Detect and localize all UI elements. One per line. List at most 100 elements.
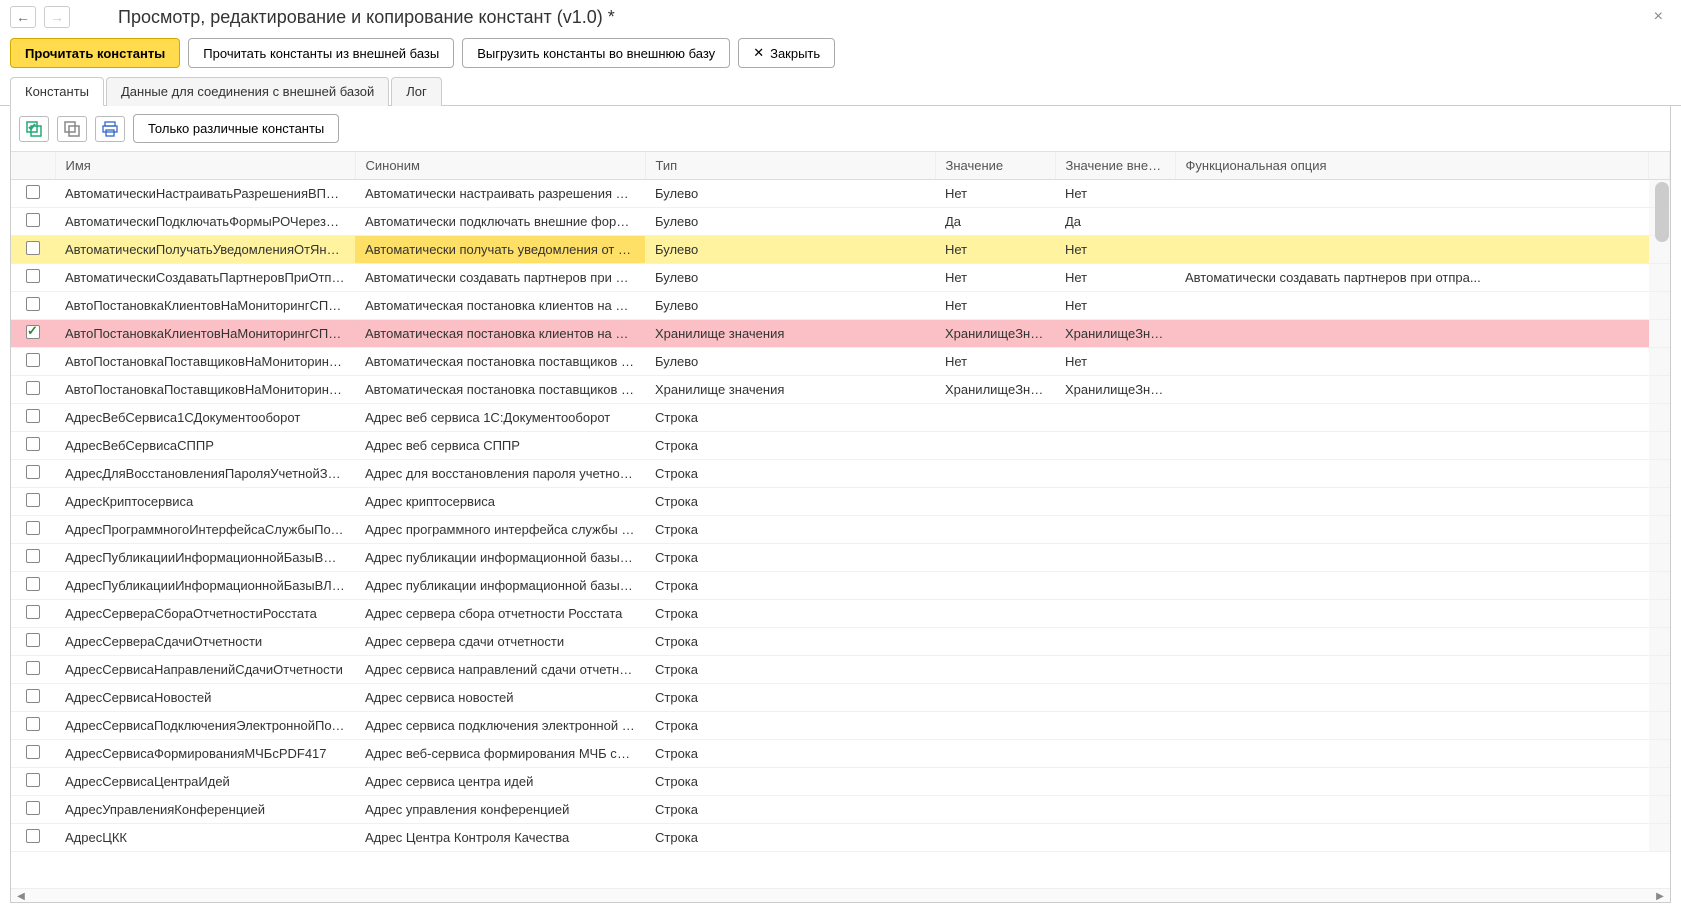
read-constants-button[interactable]: Прочитать константы xyxy=(10,38,180,68)
row-checkbox[interactable] xyxy=(26,437,40,451)
cell-name: АдресКриптосервиса xyxy=(55,488,355,516)
cell-value: Нет xyxy=(935,348,1055,376)
row-checkbox[interactable] xyxy=(26,465,40,479)
row-checkbox[interactable] xyxy=(26,801,40,815)
uncheck-all-icon[interactable] xyxy=(57,116,87,142)
table-row[interactable]: АдресКриптосервисаАдрес криптосервисаСтр… xyxy=(11,488,1670,516)
cell-synonym: Адрес Центра Контроля Качества xyxy=(355,824,645,852)
cell-synonym: Автоматическая постановка поставщиков на… xyxy=(355,348,645,376)
table-row[interactable]: АдресВебСервисаСППРАдрес веб сервиса СПП… xyxy=(11,432,1670,460)
table-row[interactable]: АдресСервисаНаправленийСдачиОтчетностиАд… xyxy=(11,656,1670,684)
table-row[interactable]: АдресДляВосстановленияПароляУчетнойЗапис… xyxy=(11,460,1670,488)
table-scroll-area[interactable]: Имя Синоним Тип Значение Значение внеш..… xyxy=(11,151,1670,888)
row-checkbox[interactable] xyxy=(26,773,40,787)
nav-forward-button[interactable]: → xyxy=(44,6,70,28)
table-row[interactable]: АвтоПостановкаКлиентовНаМониторингСПАРКА… xyxy=(11,292,1670,320)
tab-constants[interactable]: Константы xyxy=(10,77,104,106)
cell-type: Строка xyxy=(645,544,935,572)
row-checkbox[interactable] xyxy=(26,661,40,675)
row-checkbox[interactable] xyxy=(26,381,40,395)
table-row[interactable]: АдресЦККАдрес Центра Контроля КачестваСт… xyxy=(11,824,1670,852)
cell-value xyxy=(935,712,1055,740)
horizontal-scrollbar[interactable]: ◀ ▶ xyxy=(11,888,1670,902)
tab-log[interactable]: Лог xyxy=(391,77,442,106)
print-icon[interactable] xyxy=(95,116,125,142)
cell-ext-value: ХранилищеЗна... xyxy=(1055,320,1175,348)
row-checkbox[interactable] xyxy=(26,605,40,619)
col-header-synonym[interactable]: Синоним xyxy=(355,152,645,180)
cell-value: Нет xyxy=(935,292,1055,320)
cell-value xyxy=(935,544,1055,572)
cell-synonym: Адрес сервиса подключения электронной по… xyxy=(355,712,645,740)
cell-name: АвтоПостановкаКлиентовНаМониторингСПАРК xyxy=(55,292,355,320)
cell-synonym: Автоматическая постановка клиентов на мо… xyxy=(355,292,645,320)
row-checkbox[interactable] xyxy=(26,717,40,731)
table-row[interactable]: АдресВебСервиса1СДокументооборотАдрес ве… xyxy=(11,404,1670,432)
table-row[interactable]: АдресУправленияКонференциейАдрес управле… xyxy=(11,796,1670,824)
only-different-button[interactable]: Только различные константы xyxy=(133,114,339,143)
cell-ext-value xyxy=(1055,432,1175,460)
tab-connection[interactable]: Данные для соединения с внешней базой xyxy=(106,77,389,106)
cell-name: АдресСервисаНаправленийСдачиОтчетности xyxy=(55,656,355,684)
table-row[interactable]: АвтоматическиНастраиватьРазрешенияВПрофи… xyxy=(11,180,1670,208)
row-checkbox[interactable] xyxy=(26,269,40,283)
row-checkbox[interactable] xyxy=(26,633,40,647)
table-row[interactable]: АдресСервераСдачиОтчетностиАдрес сервера… xyxy=(11,628,1670,656)
cell-value: ХранилищеЗна... xyxy=(935,376,1055,404)
row-checkbox[interactable] xyxy=(26,185,40,199)
hscroll-left-arrow-icon[interactable]: ◀ xyxy=(13,889,29,903)
col-header-value[interactable]: Значение xyxy=(935,152,1055,180)
close-icon[interactable]: × xyxy=(1646,8,1671,26)
table-row[interactable]: АдресПубликацииИнформационнойБазыВЛокаль… xyxy=(11,572,1670,600)
table-row[interactable]: АдресПубликацииИнформационнойБазыВИнтерн… xyxy=(11,544,1670,572)
col-header-type[interactable]: Тип xyxy=(645,152,935,180)
col-header-check[interactable] xyxy=(11,152,55,180)
export-external-button[interactable]: Выгрузить константы во внешнюю базу xyxy=(462,38,730,68)
cell-ext-value: Нет xyxy=(1055,180,1175,208)
table-row[interactable]: АдресСервисаЦентраИдейАдрес сервиса цент… xyxy=(11,768,1670,796)
cell-name: АдресСервисаПодключенияЭлектроннойПодпис… xyxy=(55,712,355,740)
col-header-func-opt[interactable]: Функциональная опция xyxy=(1175,152,1649,180)
vertical-scrollbar-thumb[interactable] xyxy=(1655,182,1669,242)
cell-ext-value xyxy=(1055,824,1175,852)
cell-ext-value: Да xyxy=(1055,208,1175,236)
table-row[interactable]: АвтоПостановкаКлиентовНаМониторингСПАРКН… xyxy=(11,320,1670,348)
table-row[interactable]: АдресСервисаФормированияМЧБсPDF417Адрес … xyxy=(11,740,1670,768)
row-checkbox[interactable] xyxy=(26,297,40,311)
cell-synonym: Адрес сервиса центра идей xyxy=(355,768,645,796)
table-row[interactable]: АвтоПостановкаПоставщиковНаМониторингСПА… xyxy=(11,348,1670,376)
row-checkbox[interactable] xyxy=(26,521,40,535)
check-all-icon[interactable] xyxy=(19,116,49,142)
read-external-button[interactable]: Прочитать константы из внешней базы xyxy=(188,38,454,68)
table-row[interactable]: АдресСервисаНовостейАдрес сервиса новост… xyxy=(11,684,1670,712)
col-header-ext-value[interactable]: Значение внеш... xyxy=(1055,152,1175,180)
cell-func-opt: Автоматически создавать партнеров при от… xyxy=(1175,264,1649,292)
row-checkbox[interactable] xyxy=(26,549,40,563)
close-button[interactable]: ✕ Закрыть xyxy=(738,38,835,68)
row-checkbox[interactable] xyxy=(26,745,40,759)
row-checkbox[interactable] xyxy=(26,213,40,227)
row-checkbox[interactable] xyxy=(26,353,40,367)
table-row[interactable]: АвтоПостановкаПоставщиковНаМониторингСПА… xyxy=(11,376,1670,404)
table-row[interactable]: АдресСервисаПодключенияЭлектроннойПодпис… xyxy=(11,712,1670,740)
table-row[interactable]: АвтоматическиПолучатьУведомленияОтЯндекс… xyxy=(11,236,1670,264)
row-checkbox[interactable] xyxy=(26,409,40,423)
row-checkbox[interactable] xyxy=(26,577,40,591)
row-checkbox[interactable] xyxy=(26,829,40,843)
table-row[interactable]: АвтоматическиПодключатьФормыРОЧерезМеха.… xyxy=(11,208,1670,236)
table-row[interactable]: АдресПрограммногоИнтерфейсаСлужбыПоддер.… xyxy=(11,516,1670,544)
nav-back-button[interactable]: ← xyxy=(10,6,36,28)
row-checkbox[interactable] xyxy=(26,493,40,507)
row-checkbox[interactable] xyxy=(26,325,40,339)
cell-name: АвтоматическиНастраиватьРазрешенияВПрофи… xyxy=(55,180,355,208)
cell-type: Булево xyxy=(645,236,935,264)
col-header-name[interactable]: Имя xyxy=(55,152,355,180)
cell-ext-value xyxy=(1055,544,1175,572)
hscroll-right-arrow-icon[interactable]: ▶ xyxy=(1652,889,1668,903)
cell-name: АвтоПостановкаКлиентовНаМониторингСПАРКН… xyxy=(55,320,355,348)
row-checkbox[interactable] xyxy=(26,241,40,255)
row-checkbox[interactable] xyxy=(26,689,40,703)
table-row[interactable]: АвтоматическиСоздаватьПартнеровПриОтправ… xyxy=(11,264,1670,292)
table-row[interactable]: АдресСервераСбораОтчетностиРосстатаАдрес… xyxy=(11,600,1670,628)
cell-value xyxy=(935,824,1055,852)
